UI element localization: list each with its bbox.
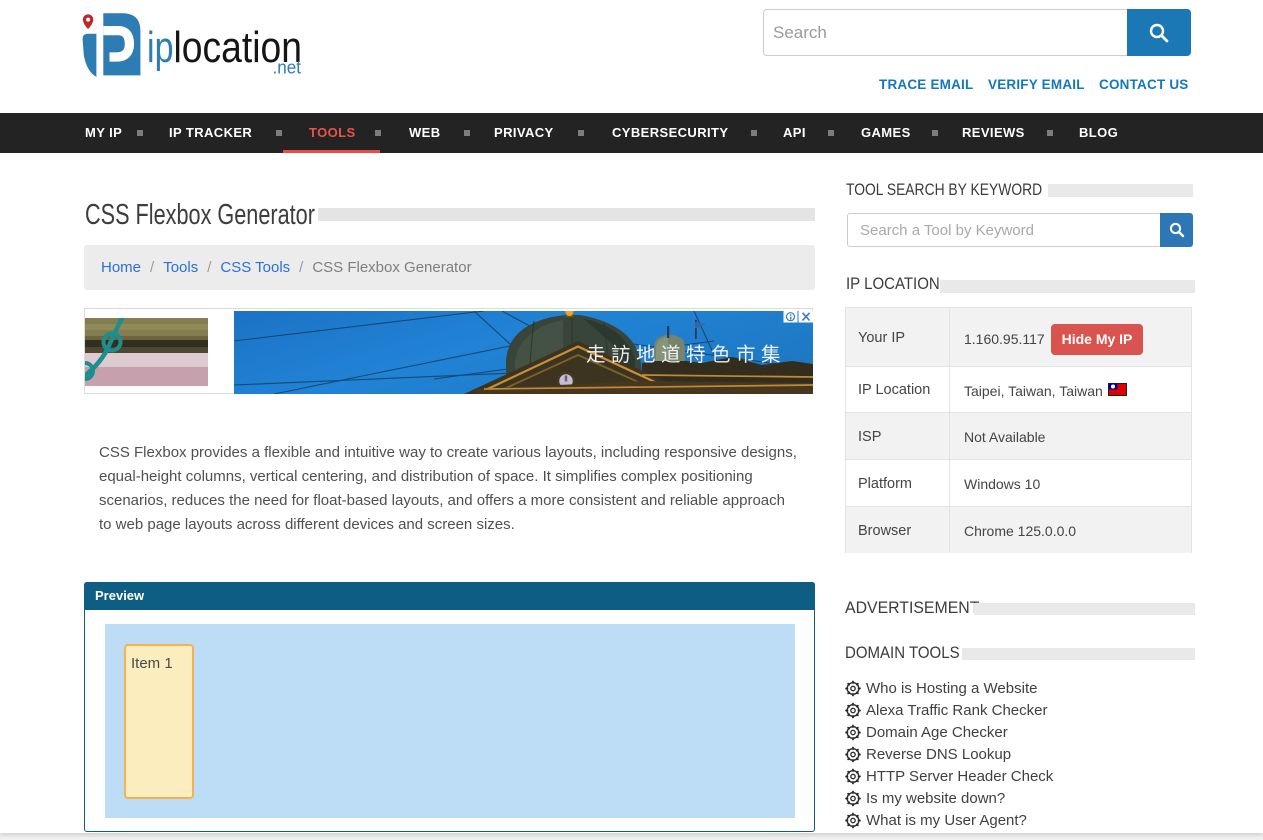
svg-text:.net: .net bbox=[273, 57, 302, 77]
svg-text:ip: ip bbox=[147, 23, 174, 72]
svg-text:走訪地道特色市集: 走訪地道特色市集 bbox=[586, 344, 786, 366]
